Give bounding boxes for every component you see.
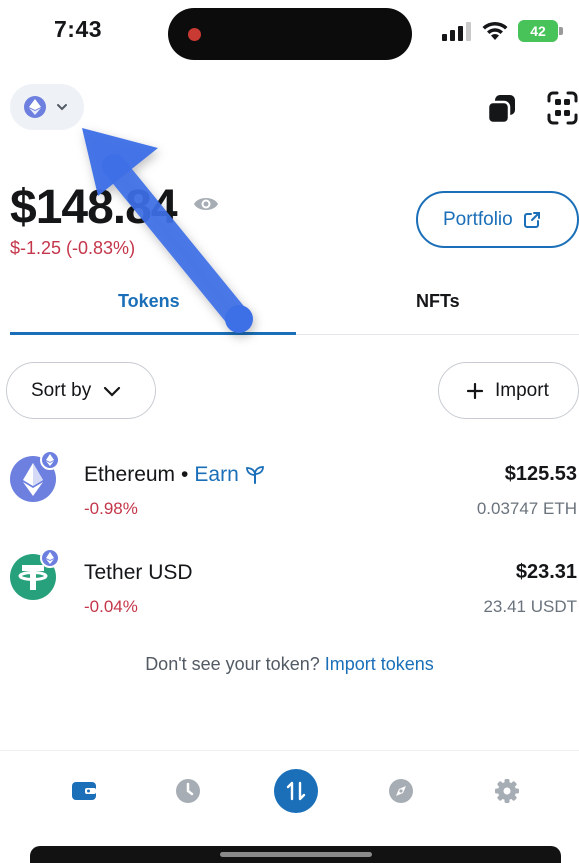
separator-dot: •: [181, 463, 189, 486]
token-amount: 0.03747 ETH: [476, 499, 577, 518]
token-fiat-value: $125.53: [504, 463, 577, 485]
import-tokens-hint: Don't see your token? Import tokens: [0, 654, 579, 675]
status-time: 7:43: [54, 16, 103, 42]
token-row-tether[interactable]: Tether USD -0.04% $23.31 23.41 USDT: [0, 548, 579, 628]
earn-link[interactable]: Earn: [194, 463, 238, 487]
eye-icon[interactable]: [192, 193, 220, 215]
token-change: -0.04%: [84, 597, 138, 616]
nav-swap[interactable]: [274, 769, 318, 813]
chevron-down-icon: [57, 104, 67, 111]
qr-scan-icon[interactable]: [546, 90, 579, 126]
swap-bridge-icon: [286, 781, 306, 801]
token-name-text: Ethereum: [84, 463, 176, 486]
nav-explore[interactable]: [381, 771, 421, 811]
home-bar-area: [30, 846, 561, 863]
bottom-navigation: [0, 750, 579, 835]
token-name: Ethereum • Earn: [84, 463, 265, 487]
portfolio-button[interactable]: Portfolio: [416, 191, 579, 248]
token-row-ethereum[interactable]: Ethereum • Earn -0.98% $125.53 0.03747 E…: [0, 450, 579, 530]
portfolio-button-label: Portfolio: [443, 208, 513, 230]
sort-by-button[interactable]: Sort by: [6, 362, 156, 419]
external-link-icon: [523, 211, 540, 228]
battery-tip: [559, 27, 563, 35]
battery-level: 42: [518, 20, 558, 42]
token-change: -0.98%: [84, 499, 138, 518]
import-hint-text: Don't see your token?: [145, 654, 320, 674]
status-bar: 7:43 42: [0, 0, 579, 66]
token-amount: 23.41 USDT: [483, 597, 577, 616]
wallet-icon: [72, 782, 96, 800]
sort-by-label: Sort by: [31, 379, 92, 401]
active-tab-indicator: [10, 332, 296, 335]
plus-icon: [467, 382, 483, 399]
explore-compass-icon: [389, 779, 413, 803]
home-indicator[interactable]: [220, 852, 372, 857]
balance-change: $-1.25 (-0.83%): [10, 238, 136, 258]
dynamic-island: [168, 8, 412, 60]
network-badge-icon: [40, 548, 60, 568]
chevron-down-icon: [104, 386, 121, 397]
import-label: Import: [495, 379, 549, 401]
copy-icon[interactable]: [484, 92, 520, 126]
nav-activity[interactable]: [168, 771, 208, 811]
token-name: Tether USD: [84, 561, 193, 585]
network-badge-icon: [40, 450, 60, 470]
token-name-text: Tether USD: [84, 561, 193, 584]
sprout-icon: [245, 466, 264, 484]
total-balance: $148.84: [10, 181, 178, 234]
token-fiat-value: $23.31: [515, 561, 577, 583]
battery-indicator: 42: [518, 20, 564, 42]
settings-gear-icon: [495, 779, 519, 803]
import-tokens-link[interactable]: Import tokens: [325, 654, 434, 674]
network-picker-button[interactable]: [10, 84, 84, 130]
activity-clock-icon: [176, 779, 200, 803]
tab-nfts[interactable]: NFTs: [416, 291, 460, 312]
import-button[interactable]: Import: [438, 362, 579, 419]
cellular-signal-icon: [442, 22, 471, 41]
wifi-icon: [482, 21, 508, 40]
ethereum-icon: [24, 96, 46, 118]
nav-wallet[interactable]: [64, 771, 104, 811]
tab-tokens[interactable]: Tokens: [118, 291, 180, 312]
nav-settings[interactable]: [487, 771, 527, 811]
recording-indicator-icon: [188, 28, 201, 41]
tutorial-arrow-overlay: [82, 128, 253, 333]
